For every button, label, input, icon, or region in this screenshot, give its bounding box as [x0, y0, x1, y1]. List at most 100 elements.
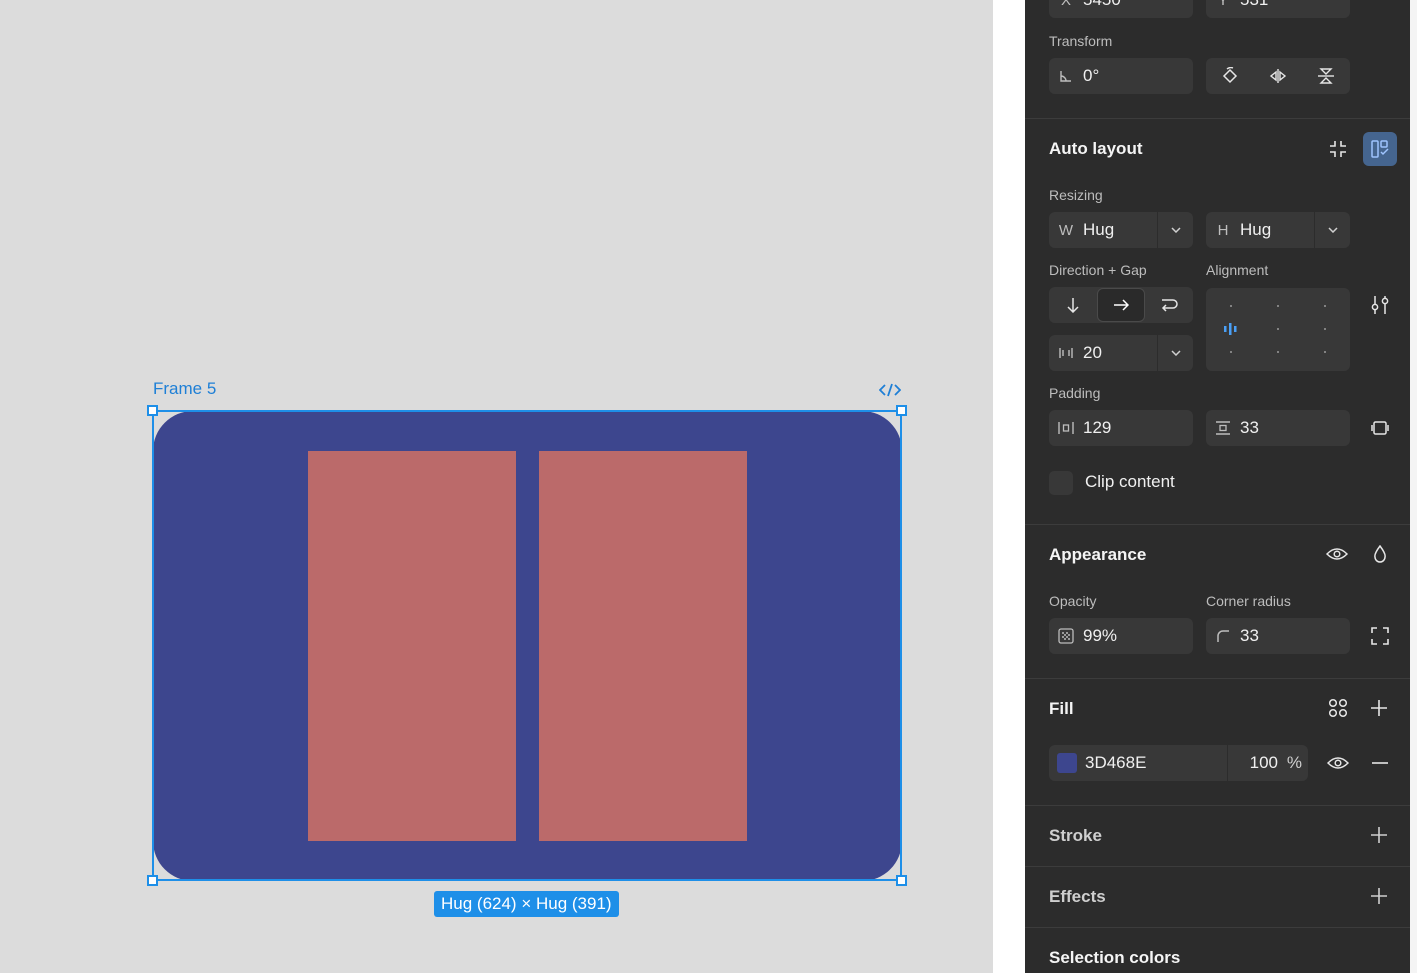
y-position-field[interactable]: Y 531 [1206, 0, 1350, 18]
transform-button-group [1206, 58, 1350, 94]
frame-5[interactable] [153, 411, 902, 881]
direction-gap-label: Direction + Gap [1049, 262, 1147, 278]
x-label: X [1060, 0, 1071, 9]
align-dot[interactable] [1277, 328, 1279, 330]
vertical-padding-field[interactable]: 33 [1206, 410, 1350, 446]
window-edge [1410, 0, 1417, 973]
alignment-grid[interactable] [1206, 288, 1350, 371]
chevron-down-icon[interactable] [1157, 212, 1193, 248]
width-resizing-value: Hug [1083, 220, 1115, 239]
vertical-padding-value: 33 [1240, 418, 1259, 437]
frame-name-label[interactable]: Frame 5 [153, 379, 216, 399]
add-effect-icon[interactable] [1362, 879, 1396, 913]
size-badge: Hug (624) × Hug (391) [434, 891, 619, 917]
divider [1025, 118, 1410, 119]
divider [1025, 927, 1410, 928]
y-value: 531 [1240, 0, 1350, 10]
corner-radius-label: Corner radius [1206, 593, 1291, 609]
clip-content-checkbox[interactable] [1049, 471, 1073, 495]
align-dot[interactable] [1324, 328, 1326, 330]
chevron-down-icon[interactable] [1314, 212, 1350, 248]
fill-title: Fill [1049, 699, 1074, 718]
divider [1025, 866, 1410, 867]
fill-percent-sign: % [1286, 753, 1302, 772]
height-prefix: H [1217, 221, 1229, 239]
direction-horizontal-icon[interactable] [1097, 288, 1145, 322]
effects-title[interactable]: Effects [1049, 887, 1106, 907]
horizontal-padding-field[interactable]: 129 [1049, 410, 1193, 446]
selection-colors-title: Selection colors [1049, 948, 1181, 967]
corner-radius-icon [1206, 629, 1240, 643]
collapse-icon[interactable] [1321, 132, 1355, 166]
divider [1025, 524, 1410, 525]
horizontal-padding-icon [1049, 421, 1083, 435]
width-resizing-dropdown[interactable]: W Hug [1049, 212, 1193, 248]
opacity-label: Opacity [1049, 593, 1097, 609]
corner-radius-value: 33 [1240, 626, 1259, 645]
opacity-icon [1049, 628, 1083, 644]
divider [1025, 678, 1410, 679]
fill-color-swatch[interactable] [1057, 753, 1077, 773]
blend-mode-icon[interactable] [1363, 537, 1397, 571]
auto-layout-settings-icon[interactable] [1363, 132, 1397, 166]
horizontal-padding-value: 129 [1083, 418, 1112, 437]
canvas-panel-gap [993, 0, 1025, 973]
gap-icon [1049, 346, 1083, 360]
child-rectangle-1[interactable] [308, 451, 516, 841]
direction-wrap-icon[interactable] [1145, 287, 1193, 323]
individual-padding-icon[interactable] [1363, 411, 1397, 445]
child-rectangle-2[interactable] [539, 451, 747, 841]
add-stroke-icon[interactable] [1362, 818, 1396, 852]
align-dot[interactable] [1230, 305, 1232, 307]
fill-opacity-value[interactable]: 100 [1228, 753, 1278, 773]
align-dot[interactable] [1230, 351, 1232, 353]
eye-icon[interactable] [1320, 537, 1354, 571]
padding-label: Padding [1049, 385, 1101, 401]
x-value: 5450 [1083, 0, 1193, 10]
resize-handle-bottom-right[interactable] [896, 875, 907, 886]
independent-corners-icon[interactable] [1363, 619, 1397, 653]
align-dot[interactable] [1324, 305, 1326, 307]
divider [1025, 805, 1410, 806]
gap-field[interactable]: 20 [1049, 335, 1193, 371]
align-dot[interactable] [1324, 351, 1326, 353]
resize-handle-top-left[interactable] [147, 405, 158, 416]
height-resizing-value: Hug [1240, 220, 1272, 239]
properties-panel: X 5450 Y 531 Transform 0° Auto layout Re… [1025, 0, 1410, 973]
remove-fill-icon[interactable] [1363, 746, 1397, 780]
corner-radius-field[interactable]: 33 [1206, 618, 1350, 654]
stroke-title[interactable]: Stroke [1049, 826, 1102, 846]
align-dot[interactable] [1277, 351, 1279, 353]
fill-color-field[interactable]: 3D468E 100 % [1049, 745, 1308, 781]
resize-handle-bottom-left[interactable] [147, 875, 158, 886]
alignment-label: Alignment [1206, 262, 1269, 278]
angle-icon [1049, 69, 1083, 83]
styles-grid-icon[interactable] [1321, 691, 1355, 725]
opacity-value: 99% [1083, 626, 1118, 645]
clip-content-label[interactable]: Clip content [1085, 472, 1175, 492]
layout-settings-icon[interactable] [1363, 288, 1397, 322]
flip-vertical-icon[interactable] [1302, 58, 1350, 94]
resize-handle-top-right[interactable] [896, 405, 907, 416]
auto-layout-title: Auto layout [1049, 139, 1143, 158]
rotation-field[interactable]: 0° [1049, 58, 1193, 94]
align-dot[interactable] [1277, 305, 1279, 307]
x-position-field[interactable]: X 5450 [1049, 0, 1193, 18]
appearance-title: Appearance [1049, 545, 1147, 564]
code-icon[interactable] [876, 380, 904, 400]
transform-label: Transform [1049, 33, 1113, 49]
gap-value: 20 [1083, 343, 1102, 362]
height-resizing-dropdown[interactable]: H Hug [1206, 212, 1350, 248]
y-label: Y [1217, 0, 1228, 9]
rotate-90-icon[interactable] [1206, 58, 1254, 94]
chevron-down-icon[interactable] [1157, 335, 1193, 371]
width-prefix: W [1058, 221, 1074, 239]
fill-hex-value[interactable]: 3D468E [1085, 753, 1227, 773]
flip-horizontal-icon[interactable] [1254, 58, 1302, 94]
direction-button-group [1049, 287, 1193, 323]
direction-vertical-icon[interactable] [1049, 287, 1097, 323]
opacity-field[interactable]: 99% [1049, 618, 1193, 654]
add-fill-icon[interactable] [1362, 691, 1396, 725]
align-left-center-indicator[interactable] [1223, 323, 1239, 335]
fill-visibility-eye-icon[interactable] [1321, 746, 1355, 780]
